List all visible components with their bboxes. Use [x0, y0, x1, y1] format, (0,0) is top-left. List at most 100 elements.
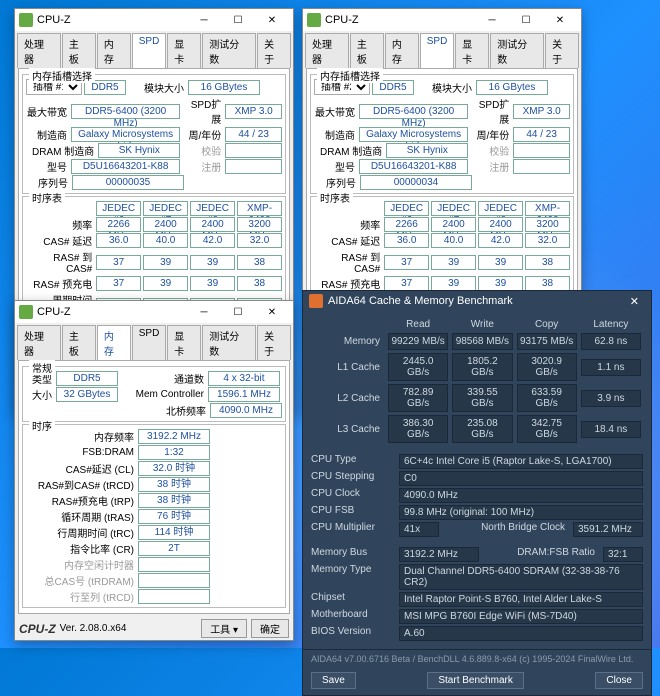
tab-bench[interactable]: 测试分数: [490, 33, 544, 68]
trp: 38 时钟: [138, 493, 210, 508]
bench-cell: 342.75 GB/s: [517, 415, 577, 443]
tab-memory[interactable]: 内存: [385, 33, 419, 68]
maxbw-value: DDR5-6400 (3200 MHz): [71, 104, 180, 119]
timing-cell: 40.0: [431, 233, 476, 248]
timing-cell: 38: [525, 255, 570, 270]
timing-cell: 39: [431, 255, 476, 270]
bench-row-label: L3 Cache: [311, 424, 386, 435]
bench-row-label: L2 Cache: [311, 393, 386, 404]
mfr-value: Galaxy Microsystems Ltd.: [71, 127, 180, 142]
tab-bench[interactable]: 测试分数: [202, 325, 256, 360]
tab-spd[interactable]: SPD: [132, 33, 167, 68]
tab-cpu[interactable]: 处理器: [17, 325, 61, 360]
timing-cell: 32.0: [525, 233, 570, 248]
close-button-footer[interactable]: Close: [595, 672, 643, 689]
tab-graphics[interactable]: 显卡: [167, 33, 201, 68]
titlebar[interactable]: CPU-Z ─ ☐ ✕: [303, 9, 581, 31]
reg-label: 注册: [182, 159, 223, 174]
dram-freq: 3192.2 MHz: [138, 429, 210, 444]
close-button[interactable]: ✕: [255, 302, 289, 322]
minimize-button[interactable]: ─: [187, 10, 221, 30]
col-write: Write: [450, 319, 514, 330]
cpu-stepping: C0: [399, 471, 643, 486]
tab-mainboard[interactable]: 主板: [350, 33, 384, 68]
tools-button[interactable]: 工具 ▾: [201, 619, 247, 638]
bench-cell: 98568 MB/s: [452, 333, 512, 350]
maxbw-label: 最大带宽: [26, 104, 69, 119]
cpuz-icon: [307, 13, 321, 27]
tab-spd[interactable]: SPD: [420, 33, 455, 68]
tab-bench[interactable]: 测试分数: [202, 33, 256, 68]
minimize-button[interactable]: ─: [187, 302, 221, 322]
timing-cell: 37: [96, 276, 141, 291]
col-latency: Latency: [579, 319, 643, 330]
tab-mainboard[interactable]: 主板: [62, 33, 96, 68]
bench-cell: 99229 MB/s: [388, 333, 448, 350]
cpu-type: 6C+4c Intel Core i5 (Raptor Lake-S, LGA1…: [399, 454, 643, 469]
timing-cell: 38: [525, 276, 570, 291]
tab-about[interactable]: 关于: [257, 325, 291, 360]
nb-clock: 3591.2 MHz: [573, 522, 643, 537]
close-button[interactable]: ✕: [624, 295, 645, 308]
bench-cell: 62.8 ns: [581, 333, 641, 350]
timing-label: RAS# 预充电: [26, 276, 94, 291]
bench-cell: 93175 MB/s: [517, 333, 577, 350]
dram-value: SK Hynix: [98, 143, 180, 158]
cl: 32.0 时钟: [138, 461, 210, 476]
save-button[interactable]: Save: [311, 672, 356, 689]
tab-graphics[interactable]: 显卡: [167, 325, 201, 360]
cpu-clock: 4090.0 MHz: [399, 488, 643, 503]
tab-spd[interactable]: SPD: [132, 325, 167, 360]
bench-cell: 782.89 GB/s: [388, 384, 448, 412]
cr: 2T: [138, 541, 210, 556]
bench-cell: 1.1 ns: [581, 359, 641, 376]
minimize-button[interactable]: ─: [475, 10, 509, 30]
cpuz-icon: [19, 305, 33, 319]
aida-icon: [309, 294, 323, 308]
trc: 114 时钟: [138, 525, 210, 540]
bench-cell: 3.9 ns: [581, 390, 641, 407]
cpu-fsb: 99.8 MHz (original: 100 MHz): [399, 505, 643, 520]
tab-cpu[interactable]: 处理器: [305, 33, 349, 68]
rank-label: 校验: [182, 143, 223, 158]
aida64-window: AIDA64 Cache & Memory Benchmark ✕ Read W…: [302, 290, 652, 696]
chipset: Intel Raptor Point-S B760, Intel Alder L…: [399, 592, 643, 607]
start-benchmark-button[interactable]: Start Benchmark: [427, 672, 523, 689]
tras: 76 时钟: [138, 509, 210, 524]
modsize-value: 16 GBytes: [188, 80, 260, 95]
timing-cell: 42.0: [478, 233, 523, 248]
maximize-button[interactable]: ☐: [221, 10, 255, 30]
timing-cell: 39: [478, 255, 523, 270]
spdext-value: XMP 3.0: [225, 104, 282, 119]
timing-cell: 39: [190, 276, 235, 291]
tab-about[interactable]: 关于: [545, 33, 579, 68]
titlebar[interactable]: CPU-Z ─ ☐ ✕: [15, 9, 293, 31]
motherboard: MSI MPG B760I Edge WiFi (MS-7D40): [399, 609, 643, 624]
tab-mainboard[interactable]: 主板: [62, 325, 96, 360]
tab-graphics[interactable]: 显卡: [455, 33, 489, 68]
titlebar[interactable]: CPU-Z ─ ☐ ✕: [15, 301, 293, 323]
mc-freq: 1596.1 MHz: [208, 387, 280, 402]
titlebar[interactable]: AIDA64 Cache & Memory Benchmark ✕: [303, 291, 651, 311]
bench-cell: 339.55 GB/s: [452, 384, 512, 412]
ok-button[interactable]: 确定: [251, 619, 289, 638]
timing-label: CAS# 延迟: [314, 233, 382, 248]
timing-cell: 38: [237, 276, 282, 291]
bench-row-label: Memory: [311, 336, 386, 347]
col-xmp: XMP-6400: [237, 201, 282, 216]
reg-value: [225, 159, 282, 174]
timing-cell: 39: [478, 276, 523, 291]
maximize-button[interactable]: ☐: [221, 302, 255, 322]
week-label: 周/年份: [182, 127, 223, 142]
tab-memory[interactable]: 内存: [97, 325, 131, 360]
timing-cell: 39: [431, 276, 476, 291]
tab-memory[interactable]: 内存: [97, 33, 131, 68]
window-title: CPU-Z: [37, 14, 187, 26]
nb-freq: 4090.0 MHz: [210, 403, 282, 418]
close-button[interactable]: ✕: [543, 10, 577, 30]
maximize-button[interactable]: ☐: [509, 10, 543, 30]
tab-cpu[interactable]: 处理器: [17, 33, 61, 68]
col-jedec6: JEDEC #6: [96, 201, 141, 216]
close-button[interactable]: ✕: [255, 10, 289, 30]
tab-about[interactable]: 关于: [257, 33, 291, 68]
